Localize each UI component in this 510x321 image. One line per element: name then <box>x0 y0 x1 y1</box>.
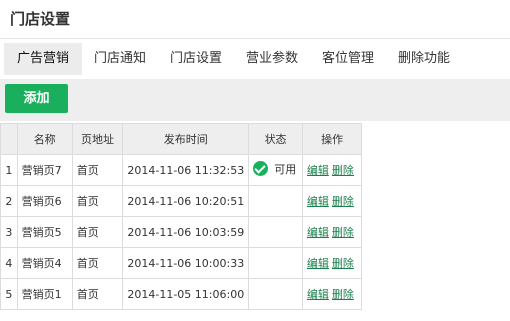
table-header-row: 名称 页地址 发布时间 状态 操作 <box>0 123 510 155</box>
row-ops: 编辑 删除 <box>301 278 363 310</box>
tab-seat-management[interactable]: 客位管理 <box>310 43 386 75</box>
tab-ad-marketing[interactable]: 广告营销 <box>4 43 82 75</box>
column-header-name: 名称 <box>16 123 73 155</box>
column-header-index <box>0 123 18 155</box>
row-time: 2014-11-06 11:32:53 <box>122 154 250 186</box>
table-row: 2 营销页6 首页 2014-11-06 10:20:51 编辑 删除 <box>0 185 510 217</box>
tab-bar: 广告营销 门店通知 门店设置 营业参数 客位管理 删除功能 <box>0 39 510 79</box>
delete-link[interactable]: 删除 <box>332 226 354 239</box>
row-ops: 编辑 删除 <box>301 154 363 186</box>
marketing-table: 名称 页地址 发布时间 状态 操作 1 营销页7 首页 2014-11-06 1… <box>0 123 510 310</box>
table-row: 3 营销页5 首页 2014-11-06 10:03:59 编辑 删除 <box>0 216 510 248</box>
row-ops: 编辑 删除 <box>301 247 363 279</box>
row-status <box>248 185 303 217</box>
tab-store-settings[interactable]: 门店设置 <box>158 43 234 75</box>
row-page: 首页 <box>71 278 124 310</box>
row-time: 2014-11-06 10:03:59 <box>122 216 250 248</box>
edit-link[interactable]: 编辑 <box>307 164 329 177</box>
table-filler <box>361 123 510 155</box>
edit-link[interactable]: 编辑 <box>307 288 329 301</box>
row-name: 营销页1 <box>16 278 73 310</box>
tab-delete-functions[interactable]: 删除功能 <box>386 43 462 75</box>
row-name: 营销页5 <box>16 216 73 248</box>
row-status <box>248 278 303 310</box>
table-row: 5 营销页1 首页 2014-11-05 11:06:00 编辑 删除 <box>0 278 510 310</box>
row-page: 首页 <box>71 185 124 217</box>
tab-business-params[interactable]: 营业参数 <box>234 43 310 75</box>
delete-link[interactable]: 删除 <box>332 164 354 177</box>
edit-link[interactable]: 编辑 <box>307 226 329 239</box>
status-text: 可用 <box>274 162 297 176</box>
row-page: 首页 <box>71 247 124 279</box>
row-page: 首页 <box>71 154 124 186</box>
check-circle-icon <box>253 161 269 177</box>
row-status <box>248 216 303 248</box>
delete-link[interactable]: 删除 <box>332 288 354 301</box>
edit-link[interactable]: 编辑 <box>307 257 329 270</box>
column-header-ops: 操作 <box>301 123 363 155</box>
toolbar: 添加 <box>0 79 510 121</box>
row-ops: 编辑 删除 <box>301 185 363 217</box>
row-index: 3 <box>0 216 18 248</box>
table-row: 4 营销页4 首页 2014-11-06 10:00:33 编辑 删除 <box>0 247 510 279</box>
row-index: 4 <box>0 247 18 279</box>
row-index: 2 <box>0 185 18 217</box>
row-name: 营销页4 <box>16 247 73 279</box>
row-time: 2014-11-06 10:00:33 <box>122 247 250 279</box>
column-header-page: 页地址 <box>71 123 124 155</box>
row-time: 2014-11-06 10:20:51 <box>122 185 250 217</box>
delete-link[interactable]: 删除 <box>332 195 354 208</box>
row-index: 5 <box>0 278 18 310</box>
column-header-time: 发布时间 <box>122 123 250 155</box>
table-row: 1 营销页7 首页 2014-11-06 11:32:53 可用 编辑 删除 <box>0 154 510 186</box>
row-page: 首页 <box>71 216 124 248</box>
row-time: 2014-11-05 11:06:00 <box>122 278 250 310</box>
row-index: 1 <box>0 154 18 186</box>
row-name: 营销页6 <box>16 185 73 217</box>
row-status <box>248 247 303 279</box>
row-name: 营销页7 <box>16 154 73 186</box>
tab-store-notice[interactable]: 门店通知 <box>82 43 158 75</box>
page-title: 门店设置 <box>10 10 71 28</box>
add-button[interactable]: 添加 <box>5 84 68 113</box>
column-header-status: 状态 <box>248 123 303 155</box>
row-ops: 编辑 删除 <box>301 216 363 248</box>
row-status: 可用 <box>248 154 303 186</box>
delete-link[interactable]: 删除 <box>332 257 354 270</box>
edit-link[interactable]: 编辑 <box>307 195 329 208</box>
